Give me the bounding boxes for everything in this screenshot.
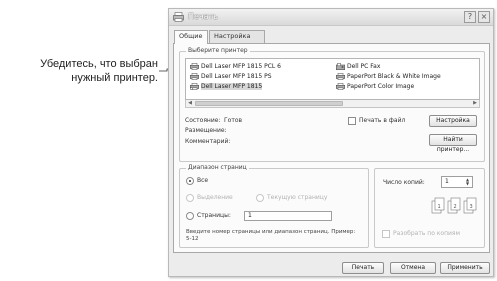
spinner-arrows-icon[interactable]: ▲ ▼ bbox=[464, 178, 471, 187]
svg-text:2: 2 bbox=[454, 204, 457, 210]
number-of-copies-value: 1 bbox=[445, 178, 449, 185]
default-printer-icon bbox=[190, 83, 199, 90]
number-of-copies-label: Число копий: bbox=[383, 179, 425, 186]
printer-icon bbox=[336, 83, 345, 90]
current-page-label: Текущую страницу bbox=[267, 194, 328, 201]
callout-annotation: Убедитесь, что выбран нужный принтер. bbox=[0, 57, 158, 85]
scroll-left-icon[interactable]: ◀ bbox=[186, 100, 194, 107]
number-of-copies-spinner[interactable]: 1 ▲ ▼ bbox=[441, 176, 473, 188]
all-pages-radio[interactable] bbox=[186, 177, 194, 185]
printer-name: Dell Laser MFP 1815 bbox=[201, 83, 263, 90]
properties-button[interactable]: Настройка bbox=[429, 115, 477, 127]
print-dialog: Печать ? × Общие Настройка печати Выбери… bbox=[168, 8, 494, 277]
collate-label: Разобрать по копиям bbox=[393, 230, 461, 237]
printer-icon bbox=[173, 12, 184, 22]
printer-icon bbox=[190, 63, 199, 70]
printer-name: Dell Laser MFP 1815 PS bbox=[201, 73, 272, 80]
printer-item[interactable]: Dell Laser MFP 1815 PS bbox=[190, 72, 272, 81]
cancel-button[interactable]: Отмена bbox=[390, 262, 436, 274]
page-range-hint: Введите номер страницы или диапазон стра… bbox=[186, 229, 356, 242]
printer-icon bbox=[190, 73, 199, 80]
svg-text:3: 3 bbox=[470, 204, 473, 210]
printer-list[interactable]: Dell Laser MFP 1815 PCL 6 Dell PC Fax De… bbox=[185, 58, 480, 100]
printer-item[interactable]: PaperPort Color Image bbox=[336, 82, 414, 91]
scrollbar-thumb[interactable] bbox=[195, 101, 343, 106]
printer-name: PaperPort Black & White Image bbox=[347, 73, 441, 80]
print-to-file-checkbox[interactable] bbox=[348, 117, 356, 125]
printer-name: PaperPort Color Image bbox=[347, 83, 415, 90]
print-button[interactable]: Печать bbox=[342, 262, 384, 274]
tab-print-settings[interactable]: Настройка печати bbox=[209, 30, 265, 51]
callout-line-2: нужный принтер. bbox=[71, 72, 158, 84]
status-label: Состояние: bbox=[185, 117, 221, 124]
select-printer-group: Выберите принтер Dell Laser MFP 1815 PCL… bbox=[179, 47, 485, 162]
printer-item[interactable]: PaperPort Black & White Image bbox=[336, 72, 441, 81]
scroll-right-icon[interactable]: ▶ bbox=[471, 100, 479, 107]
help-button[interactable]: ? bbox=[464, 11, 476, 23]
callout-line-1: Убедитесь, что выбран bbox=[40, 58, 158, 70]
selection-radio bbox=[186, 194, 194, 202]
svg-text:1: 1 bbox=[438, 204, 441, 210]
comment-label: Комментарий: bbox=[185, 138, 231, 145]
pages-radio[interactable] bbox=[186, 212, 194, 220]
pages-label[interactable]: Страницы: bbox=[197, 212, 231, 220]
status-value: Готов bbox=[224, 117, 243, 124]
printer-item[interactable]: Dell Laser MFP 1815 PCL 6 bbox=[190, 62, 281, 71]
location-label: Размещение: bbox=[185, 127, 227, 134]
all-pages-label[interactable]: Все bbox=[197, 177, 208, 185]
printer-icon bbox=[336, 73, 345, 80]
collate-pages-icon: 1 2 3 bbox=[431, 197, 477, 214]
apply-button[interactable]: Применить bbox=[440, 262, 490, 274]
title-bar[interactable]: Печать ? × bbox=[169, 9, 493, 26]
find-printer-button[interactable]: Найти принтер... bbox=[429, 134, 477, 153]
printer-item-selected[interactable]: Dell Laser MFP 1815 bbox=[190, 82, 263, 91]
page-range-legend: Диапазон страниц bbox=[186, 164, 249, 172]
general-tab-panel: Выберите принтер Dell Laser MFP 1815 PCL… bbox=[173, 43, 490, 253]
printer-name: Dell PC Fax bbox=[347, 63, 381, 70]
printer-name: Dell Laser MFP 1815 PCL 6 bbox=[201, 63, 281, 70]
tab-general[interactable]: Общие bbox=[174, 30, 208, 44]
collate-checkbox bbox=[382, 230, 390, 238]
window-title: Печать bbox=[188, 12, 218, 21]
printer-item[interactable]: Dell PC Fax bbox=[336, 62, 380, 71]
pages-input[interactable]: 1 bbox=[244, 211, 332, 221]
select-printer-legend: Выберите принтер bbox=[186, 47, 250, 55]
close-button[interactable]: × bbox=[478, 11, 490, 23]
print-to-file-label[interactable]: Печать в файл bbox=[359, 117, 405, 125]
printer-list-scrollbar[interactable]: ◀ ▶ bbox=[185, 100, 480, 108]
current-page-radio bbox=[256, 194, 264, 202]
page-range-group: Диапазон страниц Все Выделение Текущую с… bbox=[179, 164, 369, 248]
fax-icon bbox=[336, 63, 345, 70]
selection-label: Выделение bbox=[197, 194, 233, 201]
copies-group: Число копий: 1 ▲ ▼ 1 2 3 Разобрать по коп… bbox=[374, 168, 485, 248]
